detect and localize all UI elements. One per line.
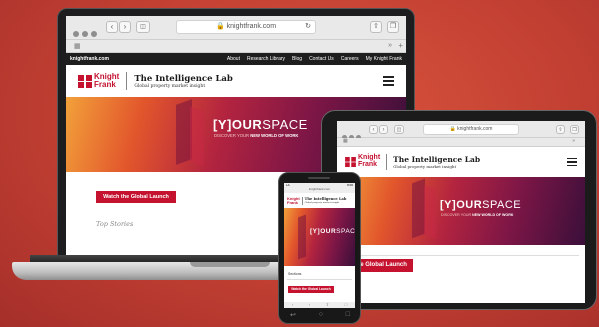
phone-url-text: knightfrank.com xyxy=(308,187,331,191)
tablet-site-subtitle: Global property market insight xyxy=(393,164,457,169)
tablet-toolbar: ‹ › ◫ 🔒 knightfrank.com ⇧ ❐ xyxy=(337,121,585,140)
tablet-logo-line-2: Frank xyxy=(358,161,378,168)
tablet-site-title: The Intelligence Lab xyxy=(393,155,481,164)
phone-brand-header: Knight Frank The Intelligence Lab Global… xyxy=(284,193,355,208)
hero-tagline: DISCOVER YOUR NEW WORLD OF WORK xyxy=(214,133,299,138)
phone-site-subtitle: Global property market insight xyxy=(304,201,340,204)
top-stories-heading: Top Stories xyxy=(96,220,134,228)
site-domain[interactable]: knightfrank.com xyxy=(70,56,109,62)
nav-research-library[interactable]: Research Library xyxy=(247,56,285,62)
lock-icon: 🔒 xyxy=(215,23,225,30)
laptop-notch xyxy=(190,262,270,267)
url-text: knightfrank.com xyxy=(226,23,277,30)
phone-sections-label[interactable]: Sections xyxy=(288,272,301,276)
tablet-tab-bar: ▦ » xyxy=(337,138,585,147)
phone-back-key-icon[interactable]: ↩ xyxy=(290,311,296,319)
phone-speaker xyxy=(308,177,330,179)
back-button[interactable]: ‹ xyxy=(106,21,118,33)
tablet-url-text: knightfrank.com xyxy=(457,126,493,132)
phone-forward-icon[interactable]: › xyxy=(309,302,310,308)
tablet-brand-header: Knight Frank The Intelligence Lab Global… xyxy=(337,147,585,177)
phone-bookmarks-icon[interactable]: □ xyxy=(345,302,347,308)
tablet-overflow-icon[interactable]: » xyxy=(572,138,575,144)
tablet-content-area: Watch the Global Launch xyxy=(337,245,585,303)
tablet-share-icon[interactable]: ⇧ xyxy=(556,125,565,134)
tablet-lock-icon: 🔒 xyxy=(449,126,456,132)
maximize-dot[interactable] xyxy=(91,31,97,37)
phone-carrier: LA xyxy=(286,183,290,187)
tablet-browser-window: ‹ › ◫ 🔒 knightfrank.com ⇧ ❐ ▦ » Knight F… xyxy=(337,121,585,303)
knight-frank-logo[interactable]: Knight Frank xyxy=(78,73,119,88)
site-top-nav: knightfrank.com About Research Library B… xyxy=(66,53,406,65)
site-title: The Intelligence Lab xyxy=(134,73,233,84)
close-dot[interactable] xyxy=(73,31,79,37)
reload-icon[interactable]: ↻ xyxy=(305,21,311,33)
phone-clock: 8:00 xyxy=(347,183,353,187)
phone-bottom-toolbar: ‹ › ⇧ □ xyxy=(284,302,355,308)
nav-blog[interactable]: Blog xyxy=(292,56,302,62)
phone-watch-launch-button[interactable]: Watch the Global Launch xyxy=(288,286,334,293)
tablet-grid-icon[interactable]: ▦ xyxy=(343,138,348,144)
phone-browser-window: LA 8:00 knightfrank.com Knight Frank The… xyxy=(284,183,355,308)
forward-button[interactable]: › xyxy=(119,21,131,33)
new-tab-icon[interactable]: + xyxy=(398,41,403,50)
nav-about[interactable]: About xyxy=(227,56,240,62)
address-bar[interactable]: 🔒 knightfrank.com ↻ xyxy=(176,20,316,34)
phone-back-icon[interactable]: ‹ xyxy=(292,302,293,308)
tablet-hero-headline: [Y]OURSPACE xyxy=(440,199,522,211)
share-icon[interactable]: ⇧ xyxy=(370,21,382,33)
tablet-forward-button[interactable]: › xyxy=(379,125,388,134)
tabs-icon[interactable]: ❐ xyxy=(387,21,399,33)
browser-toolbar: ‹ › ◫ 🔒 knightfrank.com ↻ ⇧ ❐ xyxy=(66,16,406,40)
phone-content-area: Sections Watch the Global Launch ‹ › ⇧ □ xyxy=(284,266,355,308)
phone-recent-key-icon[interactable]: □ xyxy=(346,311,350,319)
hamburger-menu-icon[interactable] xyxy=(383,76,394,86)
minimize-dot[interactable] xyxy=(82,31,88,37)
hero-headline: [Y]OURSPACE xyxy=(213,117,308,132)
grid-icon[interactable]: ▦ xyxy=(74,42,81,50)
tablet-sidebar-icon[interactable]: ◫ xyxy=(394,125,404,134)
phone-home-key-icon[interactable]: ○ xyxy=(319,311,323,319)
tablet-hero-tagline: DISCOVER YOUR NEW WORLD OF WORK xyxy=(441,213,514,217)
phone-logo-line-2: Frank xyxy=(287,199,298,205)
tablet-address-bar[interactable]: 🔒 knightfrank.com xyxy=(423,124,519,135)
tablet-hamburger-menu-icon[interactable] xyxy=(567,158,577,166)
phone-nav-keys: ↩ ○ □ xyxy=(290,311,350,319)
watch-launch-button[interactable]: Watch the Global Launch xyxy=(96,191,176,203)
nav-my-knight-frank[interactable]: My Knight Frank xyxy=(366,56,402,62)
tablet-logo-mark-icon xyxy=(345,157,356,167)
tablet-back-button[interactable]: ‹ xyxy=(369,125,378,134)
overflow-icon[interactable]: » xyxy=(388,42,392,49)
logo-mark-icon xyxy=(78,74,92,88)
phone-hero-headline: [Y]OURSPACE xyxy=(310,228,355,235)
site-subtitle: Global property market insight xyxy=(134,83,206,89)
tablet-knight-frank-logo[interactable]: Knight Frank xyxy=(345,155,380,168)
tablet-hero-banner[interactable]: [Y]OURSPACE DISCOVER YOUR NEW WORLD OF W… xyxy=(337,177,585,245)
phone-share-icon[interactable]: ⇧ xyxy=(326,302,329,308)
phone-hero-banner[interactable]: [Y]OURSPACE xyxy=(284,208,355,266)
tab-bar: ▦ » + xyxy=(66,40,406,53)
phone-knight-frank-logo[interactable]: Knight Frank xyxy=(287,196,300,205)
brand-header: Knight Frank The Intelligence Lab Global… xyxy=(66,65,406,97)
sidebar-icon[interactable]: ◫ xyxy=(136,21,150,33)
nav-careers[interactable]: Careers xyxy=(341,56,359,62)
tablet-tabs-icon[interactable]: ❐ xyxy=(570,125,579,134)
nav-contact-us[interactable]: Contact Us xyxy=(309,56,334,62)
logo-line-2: Frank xyxy=(94,80,116,89)
